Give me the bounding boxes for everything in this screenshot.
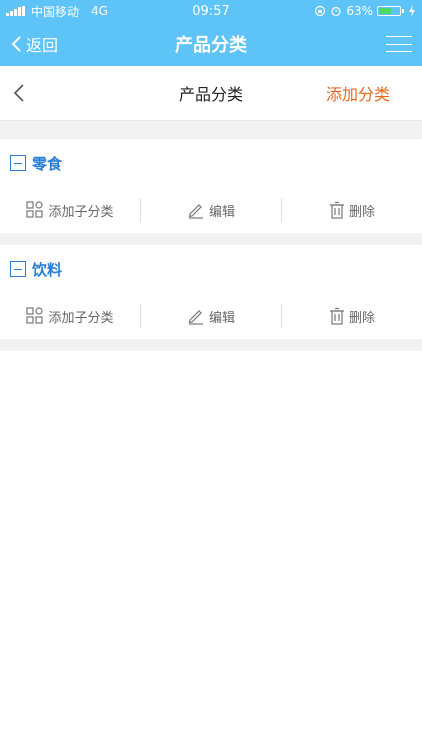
back-label: 返回: [26, 36, 59, 55]
network-type: 4G: [91, 4, 108, 18]
section-gap: [0, 121, 422, 139]
action-row: 添加子分类 编辑 删除: [0, 187, 422, 233]
battery-percent: 63%: [346, 4, 373, 18]
page-title: 产品分类: [175, 35, 247, 56]
alarm-icon: [331, 6, 341, 17]
section-gap: [0, 339, 422, 351]
carrier-name: 中国移动: [31, 4, 80, 19]
add-child-label: 添加子分类: [48, 204, 114, 220]
status-bar: 中国移动 4G 09:57 63%: [0, 0, 422, 22]
signal-icon: [6, 6, 25, 16]
category-header: 零食: [0, 139, 422, 187]
status-left: 中国移动 4G: [6, 3, 146, 20]
category-card: 零食 添加子分类 编辑 删除: [0, 139, 422, 233]
collapse-icon[interactable]: [10, 155, 26, 171]
category-header: 饮料: [0, 245, 422, 293]
status-time: 09:57: [192, 3, 230, 19]
action-row: 添加子分类 编辑 删除: [0, 293, 422, 339]
delete-button[interactable]: 删除: [282, 201, 422, 220]
edit-button[interactable]: 编辑: [141, 201, 281, 220]
section-gap: [0, 233, 422, 245]
sub-back-button[interactable]: [0, 83, 26, 103]
add-child-category-button[interactable]: 添加子分类: [0, 307, 140, 326]
back-button[interactable]: 返回: [0, 32, 58, 56]
add-child-category-button[interactable]: 添加子分类: [0, 201, 140, 220]
edit-button[interactable]: 编辑: [141, 307, 281, 326]
nav-bar: 返回 产品分类: [0, 22, 422, 66]
pencil-icon: [188, 204, 203, 219]
add-child-label: 添加子分类: [48, 310, 114, 326]
chevron-left-icon: [13, 84, 24, 102]
sub-header: 产品分类 添加分类: [0, 66, 422, 121]
trash-icon: [329, 201, 344, 219]
rotation-lock-icon: [315, 5, 326, 17]
pencil-icon: [188, 310, 203, 325]
hamburger-icon[interactable]: [386, 36, 412, 52]
edit-label: 编辑: [208, 204, 235, 220]
add-category-button[interactable]: 添加分类: [326, 81, 390, 105]
charging-icon: [409, 5, 415, 17]
grid-add-icon: [26, 201, 44, 218]
edit-label: 编辑: [208, 310, 235, 326]
delete-button[interactable]: 删除: [282, 307, 422, 326]
grid-add-icon: [26, 307, 44, 324]
battery-icon: [377, 6, 401, 16]
category-name[interactable]: 饮料: [32, 259, 62, 280]
category-name[interactable]: 零食: [32, 153, 62, 174]
chevron-left-icon: [11, 36, 21, 52]
status-right: 63%: [276, 4, 416, 18]
delete-label: 删除: [348, 204, 375, 220]
category-card: 饮料 添加子分类 编辑 删除: [0, 245, 422, 339]
trash-icon: [329, 307, 344, 325]
collapse-icon[interactable]: [10, 261, 26, 277]
delete-label: 删除: [348, 310, 375, 326]
